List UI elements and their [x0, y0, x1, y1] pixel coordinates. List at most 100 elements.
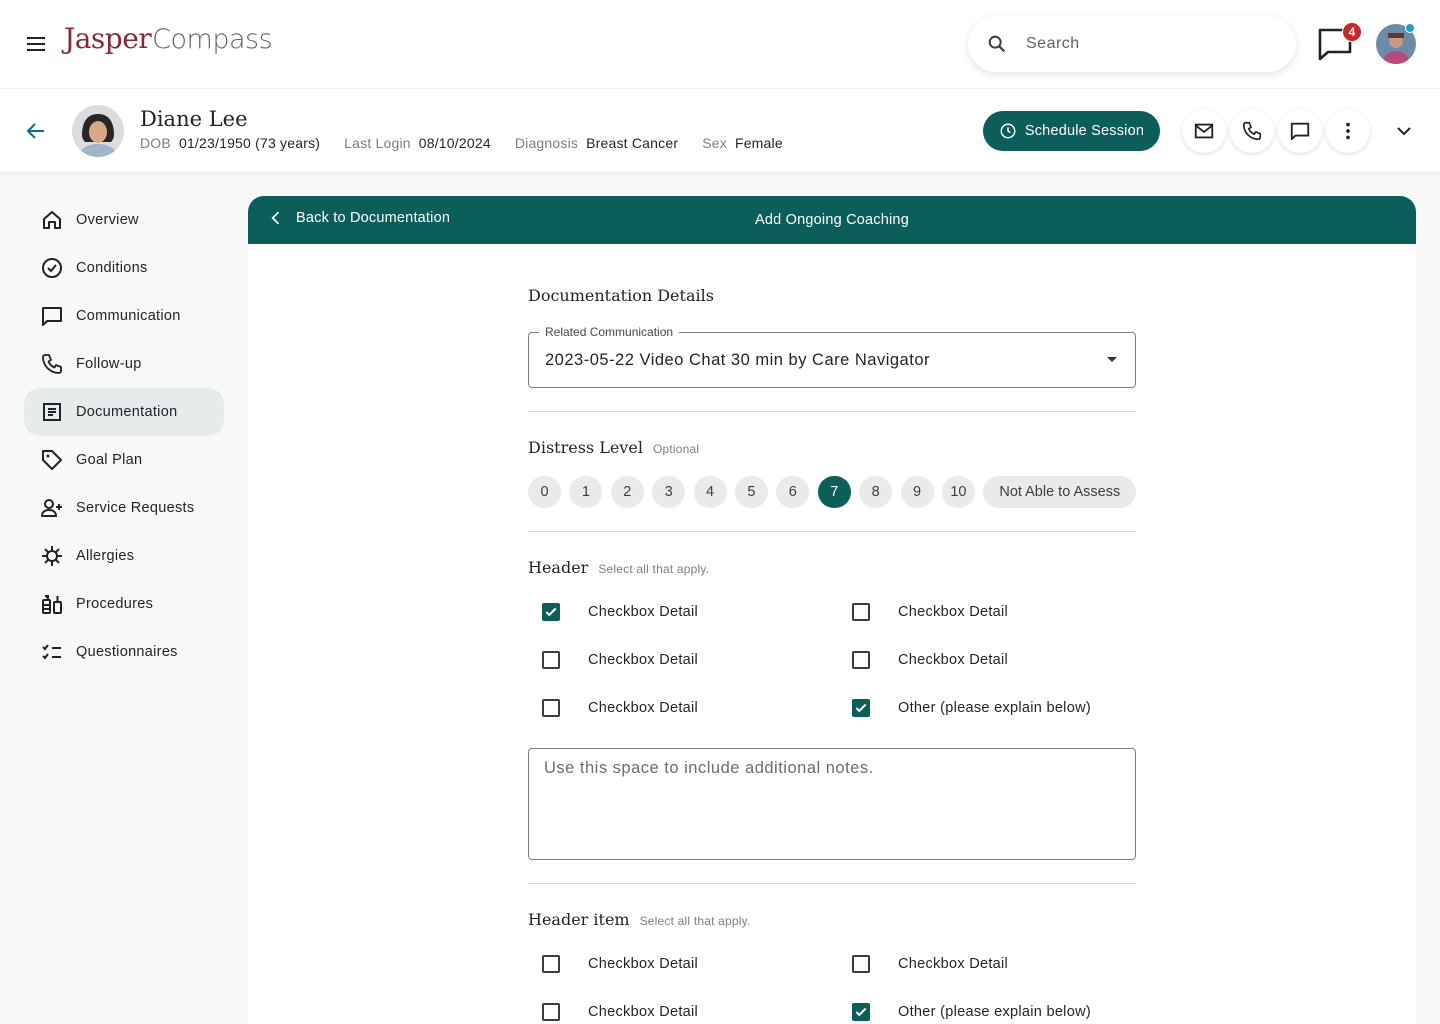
sidebar-item-label: Procedures — [76, 596, 154, 612]
distress-level-chips: 0 1 2 3 4 5 6 7 8 9 10 Not Able to Asses… — [528, 476, 1137, 508]
app-logo[interactable]: Jasper Compass — [64, 22, 273, 55]
check-circle-icon — [42, 258, 62, 278]
checkbox-unchecked[interactable] — [542, 651, 560, 669]
schedule-session-label: Schedule Session — [1024, 123, 1145, 139]
header-item-checkbox-other[interactable]: Other (please explain below) — [852, 1003, 1091, 1021]
sidebar-item-label: Communication — [76, 308, 181, 324]
chevron-down-icon[interactable] — [1392, 119, 1416, 143]
divider — [528, 411, 1136, 412]
sidebar-item-documentation[interactable]: Documentation — [24, 388, 224, 436]
additional-notes-field[interactable] — [528, 748, 1136, 860]
sidebar-item-service-requests[interactable]: Service Requests — [24, 484, 224, 532]
distress-chip-7[interactable]: 7 — [817, 476, 851, 508]
header-checkbox-4[interactable]: Checkbox Detail — [852, 651, 1008, 669]
distress-chip-5[interactable]: 5 — [734, 476, 768, 508]
sidebar-item-conditions[interactable]: Conditions — [24, 244, 224, 292]
email-button[interactable] — [1182, 109, 1226, 153]
sidebar-item-label: Questionnaires — [76, 644, 178, 660]
schedule-session-button[interactable]: Schedule Session — [983, 111, 1160, 151]
patient-name: Diane Lee — [140, 107, 248, 131]
header-checkbox-5[interactable]: Checkbox Detail — [542, 699, 698, 717]
distress-chip-6[interactable]: 6 — [776, 476, 810, 508]
chat-button[interactable] — [1278, 109, 1322, 153]
logo-primary: Jasper — [64, 22, 152, 55]
sex-value: Female — [734, 135, 783, 151]
search-icon — [988, 35, 1006, 53]
call-button[interactable] — [1230, 109, 1274, 153]
distress-level-title: Distress Level — [528, 438, 643, 457]
checkbox-label: Checkbox Detail — [588, 956, 699, 972]
checkbox-checked[interactable] — [852, 1003, 870, 1021]
sidebar-item-goal-plan[interactable]: Goal Plan — [24, 436, 224, 484]
sidebar-nav: Overview Conditions Communication Follow… — [24, 196, 224, 676]
sidebar-item-procedures[interactable]: Procedures — [24, 580, 224, 628]
checkbox-label: Other (please explain below) — [898, 1004, 1091, 1020]
header-item-checkbox-1[interactable]: Checkbox Detail — [542, 955, 698, 973]
sidebar-item-allergies[interactable]: Allergies — [24, 532, 224, 580]
header-checkbox-2[interactable]: Checkbox Detail — [852, 603, 1008, 621]
documentation-details-title: Documentation Details — [528, 286, 714, 305]
related-communication-value: 2023-05-22 Video Chat 30 min by Care Nav… — [545, 351, 930, 369]
online-status-dot — [1405, 23, 1415, 33]
sidebar-item-label: Overview — [76, 212, 139, 228]
checkbox-label: Checkbox Detail — [588, 604, 699, 620]
divider — [528, 531, 1136, 532]
related-communication-label: Related Communication — [539, 325, 680, 339]
distress-chip-8[interactable]: 8 — [859, 476, 893, 508]
header-checkbox-3[interactable]: Checkbox Detail — [542, 651, 698, 669]
sidebar-item-label: Service Requests — [76, 500, 195, 516]
last-login-label: Last Login — [344, 135, 411, 151]
checkbox-checked[interactable] — [852, 699, 870, 717]
card-header: Back to Documentation Add Ongoing Coachi… — [248, 196, 1416, 244]
checkbox-unchecked[interactable] — [852, 603, 870, 621]
header-checkbox-1[interactable]: Checkbox Detail — [542, 603, 698, 621]
back-arrow-icon[interactable] — [24, 119, 48, 143]
header-item-checkbox-3[interactable]: Checkbox Detail — [542, 1003, 698, 1021]
documentation-card: Back to Documentation Add Ongoing Coachi… — [248, 196, 1416, 1024]
distress-level-heading: Distress Level Optional — [528, 438, 699, 457]
related-communication-select[interactable]: Related Communication 2023-05-22 Video C… — [528, 325, 1136, 388]
distress-chip-1[interactable]: 1 — [569, 476, 603, 508]
procedures-icon — [42, 595, 62, 614]
header-item-checkbox-2[interactable]: Checkbox Detail — [852, 955, 1008, 973]
distress-chip-2[interactable]: 2 — [610, 476, 644, 508]
distress-chip-not-able[interactable]: Not Able to Assess — [983, 476, 1137, 508]
search-input[interactable] — [1026, 35, 1266, 53]
logo-secondary: Compass — [152, 24, 273, 55]
search-bar[interactable] — [968, 16, 1296, 72]
divider — [528, 883, 1136, 884]
sex-label: Sex — [702, 135, 727, 151]
sidebar-item-overview[interactable]: Overview — [24, 196, 224, 244]
phone-icon — [42, 354, 62, 374]
checkbox-unchecked[interactable] — [542, 1003, 560, 1021]
checkbox-label: Checkbox Detail — [898, 652, 1009, 668]
diagnosis-label: Diagnosis — [514, 135, 579, 151]
checkbox-checked[interactable] — [542, 603, 560, 621]
sidebar-item-communication[interactable]: Communication — [24, 292, 224, 340]
diagnosis-value: Breast Cancer — [586, 135, 679, 151]
sidebar-item-label: Allergies — [76, 548, 135, 564]
allergen-icon — [42, 546, 62, 566]
checkbox-unchecked[interactable] — [852, 651, 870, 669]
sidebar-item-questionnaires[interactable]: Questionnaires — [24, 628, 224, 676]
header-checkbox-other[interactable]: Other (please explain below) — [852, 699, 1091, 717]
distress-chip-3[interactable]: 3 — [652, 476, 686, 508]
checkbox-unchecked[interactable] — [542, 955, 560, 973]
checkbox-label: Other (please explain below) — [898, 700, 1091, 716]
sidebar-item-follow-up[interactable]: Follow-up — [24, 340, 224, 388]
more-options-button[interactable] — [1326, 109, 1370, 153]
distress-chip-10[interactable]: 10 — [941, 476, 975, 508]
checkbox-unchecked[interactable] — [542, 699, 560, 717]
menu-icon[interactable] — [24, 32, 48, 56]
sidebar-item-label: Conditions — [76, 260, 148, 276]
clock-icon — [1000, 123, 1016, 139]
chat-icon — [1290, 122, 1310, 141]
checkbox-unchecked[interactable] — [852, 955, 870, 973]
distress-chip-9[interactable]: 9 — [900, 476, 934, 508]
document-icon — [43, 403, 61, 421]
patient-meta: DOB 01/23/1950 (73 years) Last Login 08/… — [140, 135, 807, 151]
distress-chip-4[interactable]: 4 — [693, 476, 727, 508]
distress-chip-0[interactable]: 0 — [528, 476, 561, 508]
sidebar-item-label: Goal Plan — [76, 452, 143, 468]
chat-icon — [42, 307, 62, 326]
